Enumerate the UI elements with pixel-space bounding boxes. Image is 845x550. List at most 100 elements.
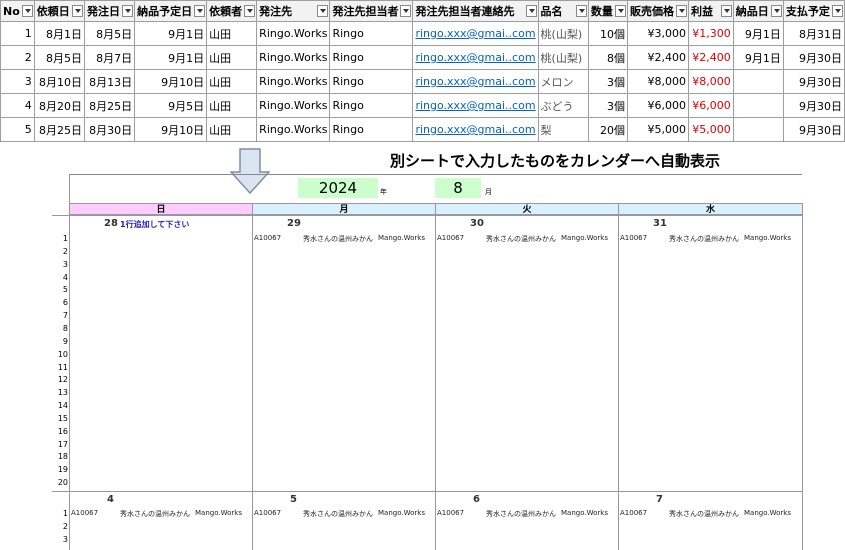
- table-cell: 8月5日: [33, 45, 85, 70]
- table-cell: 8月31日: [782, 21, 845, 46]
- day-number: 5: [290, 494, 297, 505]
- table-row[interactable]: 4 8月20日 8月25日 9月5日 山田 Ringo.Works Ringo ringo.x…: [0, 93, 845, 118]
- table-cell: Ringo: [329, 69, 414, 94]
- table-cell: 9月1日: [732, 45, 784, 70]
- filter-dropdown-icon[interactable]: [71, 5, 83, 17]
- col-header-item[interactable]: 品名: [537, 0, 589, 22]
- table-cell: Ringo.Works: [256, 45, 331, 70]
- table-cell[interactable]: ringo.xxx@gmai..com: [412, 69, 539, 94]
- table-cell: 8月25日: [33, 117, 85, 142]
- table-cell[interactable]: ringo.xxx@gmai..com: [412, 21, 539, 46]
- table-cell[interactable]: ringo.xxx@gmai..com: [412, 117, 539, 142]
- table-cell: Ringo.Works: [256, 21, 331, 46]
- col-header-contact-email[interactable]: 発注先担当者連絡先: [412, 0, 539, 22]
- table-cell: 4: [0, 93, 35, 118]
- table-cell: Ringo.Works: [256, 117, 331, 142]
- table-cell: 5: [0, 117, 35, 142]
- entry-vendor[interactable]: Mango.Works: [378, 234, 425, 242]
- entry-code[interactable]: A10067: [620, 234, 647, 242]
- col-header-delivered[interactable]: 納品日: [732, 0, 784, 22]
- table-cell[interactable]: ringo.xxx@gmai..com: [412, 93, 539, 118]
- order-table: No 依頼日 発注日 納品予定日 依頼者 発注先 発注先担当者 発注先担当者連絡…: [0, 0, 845, 142]
- filter-dropdown-icon[interactable]: [832, 5, 843, 17]
- table-cell: 8月5日: [83, 21, 136, 46]
- filter-dropdown-icon[interactable]: [194, 5, 206, 17]
- filter-dropdown-icon[interactable]: [525, 5, 537, 17]
- entry-code[interactable]: A10067: [620, 509, 647, 517]
- table-cell: Ringo: [329, 21, 414, 46]
- entry-item[interactable]: 秀水さんの温州みかん: [303, 234, 373, 244]
- table-row[interactable]: 5 8月25日 8月30日 9月10日 山田 Ringo.Works Ringo ringo.…: [0, 117, 845, 142]
- row-number: 11: [57, 362, 68, 372]
- table-cell: 山田: [206, 93, 258, 118]
- col-header-payment[interactable]: 支払予定: [782, 0, 845, 22]
- entry-code[interactable]: A10067: [437, 509, 464, 517]
- table-cell: 9月30日: [782, 93, 845, 118]
- col-header-request-date[interactable]: 依頼日: [33, 0, 85, 22]
- row-number: 19: [57, 465, 68, 475]
- table-cell: Ringo.Works: [256, 69, 331, 94]
- table-cell: 桃(山梨): [537, 45, 589, 70]
- table-cell: 1: [0, 21, 35, 46]
- col-header-quantity[interactable]: 数量: [587, 0, 628, 22]
- table-cell: [732, 117, 784, 142]
- entry-item[interactable]: 秀水さんの温州みかん: [303, 509, 373, 519]
- col-header-supplier-contact[interactable]: 発注先担当者: [329, 0, 414, 22]
- month-input[interactable]: 8: [435, 178, 481, 198]
- col-header-profit[interactable]: 利益: [687, 0, 734, 22]
- filter-dropdown-icon[interactable]: [400, 5, 412, 17]
- table-cell[interactable]: ringo.xxx@gmai..com: [412, 45, 539, 70]
- filter-dropdown-icon[interactable]: [675, 5, 687, 17]
- entry-item[interactable]: 秀水さんの温州みかん: [669, 509, 739, 519]
- table-cell: ¥5,000: [626, 117, 689, 142]
- calendar-heading: 別シートで入力したものをカレンダーへ自動表示: [390, 152, 721, 170]
- table-row[interactable]: 2 8月5日 8月7日 9月1日 山田 Ringo.Works Ringo ringo.xxx…: [0, 45, 845, 70]
- filter-dropdown-icon[interactable]: [244, 5, 256, 17]
- entry-vendor[interactable]: Mango.Works: [561, 234, 608, 242]
- entry-item[interactable]: 秀水さんの温州みかん: [486, 234, 556, 244]
- entry-vendor[interactable]: Mango.Works: [561, 509, 608, 517]
- entry-vendor[interactable]: Mango.Works: [378, 509, 425, 517]
- col-header-price[interactable]: 販売価格: [626, 0, 689, 22]
- table-cell: 8月13日: [83, 69, 136, 94]
- calendar-col-divider: [618, 203, 619, 550]
- row-number: 15: [57, 413, 68, 423]
- table-cell: 山田: [206, 45, 258, 70]
- calendar-right-border: [802, 203, 803, 550]
- table-cell: 山田: [206, 21, 258, 46]
- entry-code[interactable]: A10067: [254, 509, 281, 517]
- entry-code[interactable]: A10067: [71, 509, 98, 517]
- entry-item[interactable]: 秀水さんの温州みかん: [486, 509, 556, 519]
- table-cell: 9月30日: [782, 45, 845, 70]
- row-number: 18: [57, 452, 68, 462]
- table-row[interactable]: 3 8月10日 8月13日 9月10日 山田 Ringo.Works Ringo ringo.…: [0, 69, 845, 94]
- entry-vendor[interactable]: Mango.Works: [195, 509, 242, 517]
- filter-dropdown-icon[interactable]: [317, 5, 329, 17]
- filter-dropdown-icon[interactable]: [21, 5, 33, 17]
- row-number: 4: [62, 272, 68, 282]
- col-header-no[interactable]: No: [0, 0, 35, 22]
- entry-vendor[interactable]: Mango.Works: [744, 509, 791, 517]
- table-cell: 8月30日: [83, 117, 136, 142]
- col-header-delivery-plan[interactable]: 納品予定日: [134, 0, 208, 22]
- filter-dropdown-icon[interactable]: [720, 5, 732, 17]
- entry-vendor[interactable]: Mango.Works: [744, 234, 791, 242]
- col-header-supplier[interactable]: 発注先: [256, 0, 331, 22]
- table-cell: ¥2,400: [687, 45, 734, 70]
- entry-item[interactable]: 秀水さんの温州みかん: [120, 509, 190, 519]
- table-row[interactable]: 1 8月1日 8月5日 9月1日 山田 Ringo.Works Ringo ringo.xxx…: [0, 21, 845, 46]
- col-header-requester[interactable]: 依頼者: [206, 0, 258, 22]
- entry-code[interactable]: A10067: [437, 234, 464, 242]
- col-header-order-date[interactable]: 発注日: [83, 0, 136, 22]
- entry-item[interactable]: 秀水さんの温州みかん: [669, 234, 739, 244]
- year-input[interactable]: 2024: [298, 178, 378, 198]
- entry-code[interactable]: A10067: [254, 234, 281, 242]
- filter-dropdown-icon[interactable]: [770, 5, 782, 17]
- table-cell: 梨: [537, 117, 589, 142]
- filter-dropdown-icon[interactable]: [614, 5, 626, 17]
- table-cell: 3個: [587, 93, 628, 118]
- calendar-col-divider: [435, 203, 436, 550]
- filter-dropdown-icon[interactable]: [575, 5, 587, 17]
- filter-dropdown-icon[interactable]: [122, 5, 134, 17]
- table-cell: 9月1日: [732, 21, 784, 46]
